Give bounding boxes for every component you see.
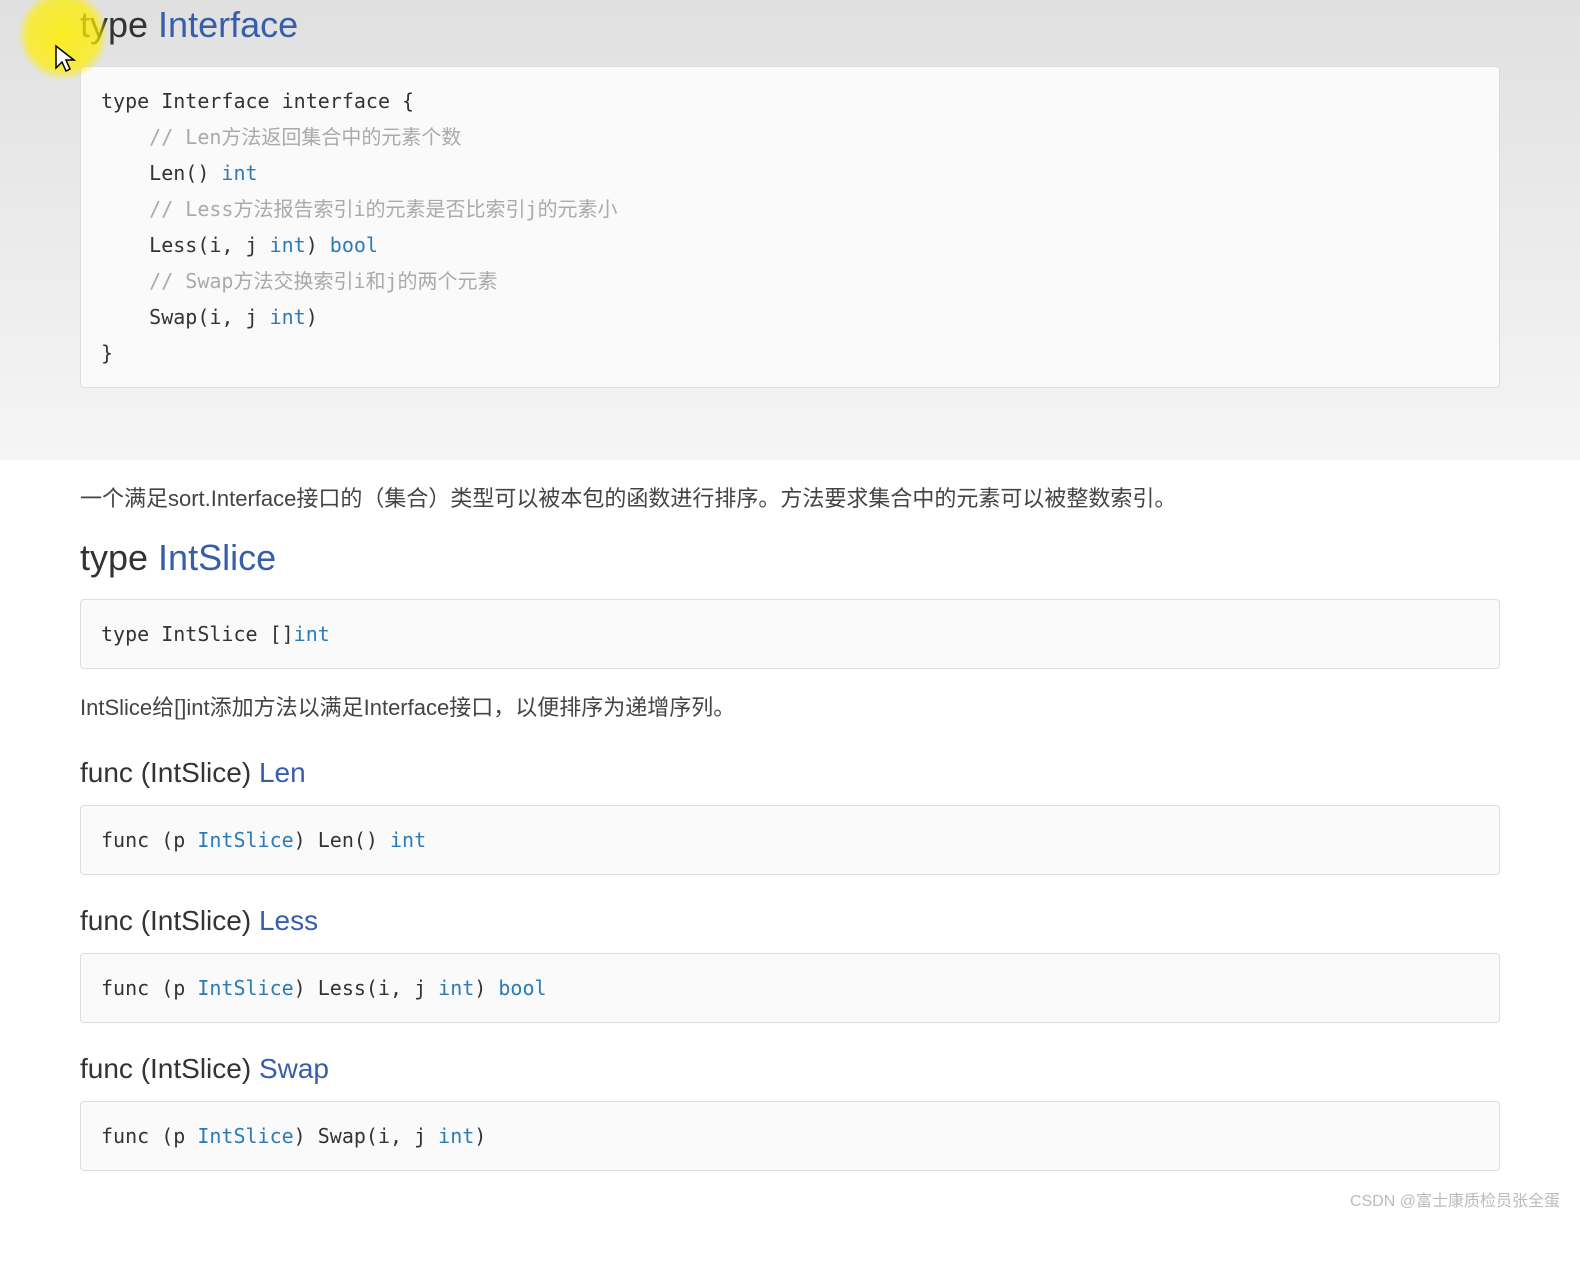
- heading-type-intslice: type IntSlice: [80, 537, 1500, 579]
- heading-func-name[interactable]: Less: [259, 905, 318, 936]
- code-block-intslice: type IntSlice []int: [80, 599, 1500, 669]
- code-block-len: func (p IntSlice) Len() int: [80, 805, 1500, 875]
- heading-func-swap: func (IntSlice) Swap: [80, 1053, 1500, 1085]
- code-block-interface: type Interface interface { // Len方法返回集合中…: [80, 66, 1500, 388]
- heading-prefix: func (IntSlice): [80, 757, 259, 788]
- heading-type-name[interactable]: Interface: [158, 4, 298, 45]
- heading-prefix: func (IntSlice): [80, 1053, 259, 1084]
- heading-func-name[interactable]: Len: [259, 757, 306, 788]
- heading-func-name[interactable]: Swap: [259, 1053, 329, 1084]
- heading-type-interface: type Interface: [80, 4, 1500, 46]
- desc-interface: 一个满足sort.Interface接口的（集合）类型可以被本包的函数进行排序。…: [80, 480, 1500, 517]
- heading-prefix: type: [80, 537, 158, 578]
- code-block-swap: func (p IntSlice) Swap(i, j int): [80, 1101, 1500, 1171]
- heading-type-name[interactable]: IntSlice: [158, 537, 276, 578]
- heading-prefix: type: [80, 4, 158, 45]
- code-block-less: func (p IntSlice) Less(i, j int) bool: [80, 953, 1500, 1023]
- heading-func-less: func (IntSlice) Less: [80, 905, 1500, 937]
- heading-prefix: func (IntSlice): [80, 905, 259, 936]
- desc-intslice: IntSlice给[]int添加方法以满足Interface接口，以便排序为递增…: [80, 689, 1500, 726]
- heading-func-len: func (IntSlice) Len: [80, 757, 1500, 789]
- watermark-text: CSDN @富士康质检员张全蛋: [1350, 1187, 1560, 1211]
